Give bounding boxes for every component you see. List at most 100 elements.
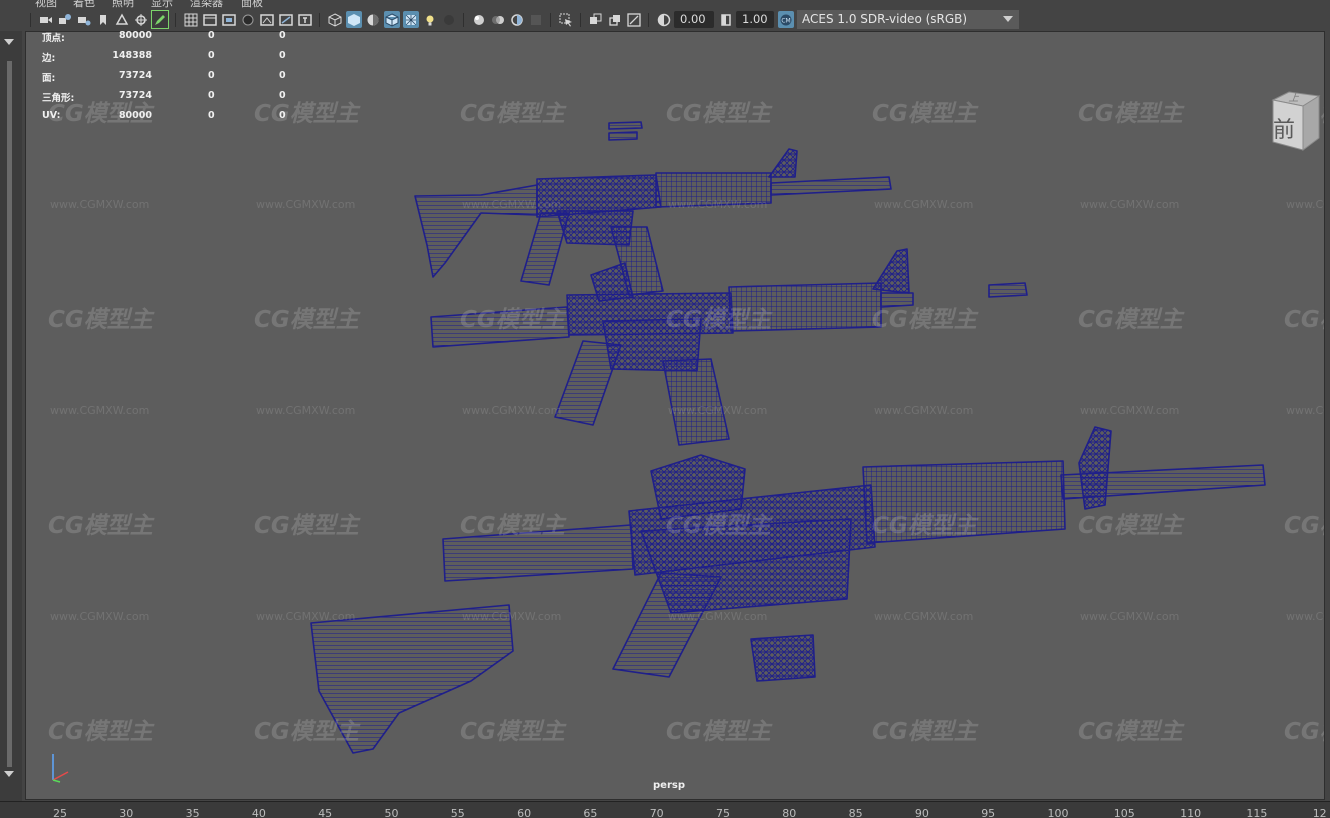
timeline-tick-label: 80 xyxy=(782,807,797,818)
menu-renderer[interactable]: 渲染器 xyxy=(190,0,223,9)
hud-value-selected: 0 xyxy=(208,30,215,41)
hud-value-total: 80000 xyxy=(118,110,152,121)
menu-bar: 视图 着色 照明 显示 渲染器 面板 xyxy=(0,0,1330,9)
hud-label: 三角形: xyxy=(42,93,75,104)
two-sided-lighting-icon[interactable] xyxy=(588,11,604,28)
timeline-ruler[interactable]: 25 30 35 40 45 50 55 60 65 70 75 80 85 90 95 100 105 110 1… xyxy=(0,801,1330,818)
timeline-tick-label: 90 xyxy=(914,807,929,818)
backface-culling-icon[interactable] xyxy=(607,11,623,28)
timeline-tick-label: 105 xyxy=(1113,807,1135,818)
color-management-dropdown[interactable]: ACES 1.0 SDR-video (sRGB) xyxy=(797,10,1019,29)
timeline-tick-label: 30 xyxy=(119,807,134,818)
timeline-tick-label: 55 xyxy=(450,807,465,818)
resolution-gate-icon[interactable] xyxy=(221,11,237,28)
color-management-value: ACES 1.0 SDR-video (sRGB) xyxy=(802,12,968,26)
toolbar-separator xyxy=(463,13,464,27)
film-gate-icon[interactable] xyxy=(202,11,218,28)
scrollbar-thumb[interactable] xyxy=(7,61,12,767)
depth-of-field-icon[interactable] xyxy=(528,11,544,28)
field-chart-icon[interactable] xyxy=(259,11,275,28)
ambient-occlusion-icon[interactable] xyxy=(471,11,487,28)
toolbar-separator xyxy=(319,13,320,27)
toolbar-separator xyxy=(580,13,581,27)
view-cube[interactable]: 上 前 xyxy=(1269,90,1321,152)
timeline-tick-label: 60 xyxy=(517,807,532,818)
timeline-tick-label: 115 xyxy=(1246,807,1268,818)
menu-show[interactable]: 显示 xyxy=(151,0,173,9)
camera-attributes-icon[interactable] xyxy=(57,11,73,28)
timeline-tick-label: 95 xyxy=(981,807,996,818)
default-material-icon[interactable] xyxy=(365,11,381,28)
hud-value-extra: 0 xyxy=(279,50,286,61)
hud-value-extra: 0 xyxy=(279,90,286,101)
gamma-field[interactable]: 1.00 xyxy=(736,11,774,28)
gamma-icon[interactable] xyxy=(718,11,734,28)
timeline-tick-label: 110 xyxy=(1180,807,1202,818)
exposure-icon[interactable] xyxy=(656,11,672,28)
shadows-icon[interactable] xyxy=(441,11,457,28)
scroll-down-arrow-icon[interactable] xyxy=(4,771,14,777)
bookmark-icon[interactable] xyxy=(95,11,111,28)
small-part-bottom xyxy=(750,634,816,682)
rifle-1 xyxy=(414,148,892,296)
wireframe-icon[interactable] xyxy=(327,11,343,28)
grid-icon[interactable] xyxy=(183,11,199,28)
3d-viewport[interactable]: CG模型主 www.CGMXW.com CG模型主 www.CGMXW.com CG模型… xyxy=(25,31,1325,800)
timeline-tick-label: 40 xyxy=(251,807,266,818)
bookmark-camera-icon[interactable] xyxy=(76,11,92,28)
hud-value-total: 73724 xyxy=(118,90,152,101)
chevron-down-icon xyxy=(1003,16,1013,22)
menu-shading[interactable]: 着色 xyxy=(73,0,95,9)
frame-all-icon[interactable] xyxy=(626,11,642,28)
scroll-up-arrow-icon[interactable] xyxy=(4,39,14,45)
menu-panels[interactable]: 面板 xyxy=(241,0,263,9)
timeline-tick-label: 45 xyxy=(318,807,333,818)
timeline-tick-label: 50 xyxy=(384,807,399,818)
camera-select-icon[interactable] xyxy=(38,11,54,28)
timeline-tick-label: 12 xyxy=(1312,807,1327,818)
xray-icon[interactable] xyxy=(403,11,419,28)
hud-label: 面: xyxy=(42,73,56,84)
wireframe-models xyxy=(310,121,1266,754)
timeline-tick-label: 65 xyxy=(583,807,598,818)
hud-label: 顶点: xyxy=(42,33,65,44)
timeline-tick-label: 35 xyxy=(185,807,200,818)
rifle-2 xyxy=(430,248,914,446)
rifle-3 xyxy=(442,426,1266,678)
toolbar-separator xyxy=(30,13,31,27)
grease-pencil-icon[interactable] xyxy=(133,11,149,28)
timeline-tick-label: 75 xyxy=(716,807,730,818)
gate-mask-icon[interactable] xyxy=(240,11,256,28)
hud-value-selected: 0 xyxy=(208,50,215,61)
stock-part xyxy=(310,604,514,754)
timeline-tick-label: 25 xyxy=(53,807,67,818)
small-part-top xyxy=(608,121,643,141)
smooth-shade-icon[interactable] xyxy=(346,11,362,28)
wireframe-on-shaded-icon[interactable] xyxy=(384,11,400,28)
viewport-toolbar: 0.00 1.00 CM ACES 1.0 SDR-video (sRGB) xyxy=(0,9,1330,31)
toolbar-separator xyxy=(175,13,176,27)
anti-aliasing-icon[interactable] xyxy=(509,11,525,28)
hud-value-selected: 0 xyxy=(208,110,215,121)
hud-value-selected: 0 xyxy=(208,90,215,101)
exposure-field[interactable]: 0.00 xyxy=(674,11,714,28)
image-plane-icon[interactable] xyxy=(114,11,130,28)
motion-blur-icon[interactable] xyxy=(490,11,506,28)
toolbar-separator xyxy=(550,13,551,27)
hud-value-total: 148388 xyxy=(112,50,152,61)
hud-label: UV: xyxy=(42,110,61,121)
hud-value-extra: 0 xyxy=(279,110,286,121)
lights-icon[interactable] xyxy=(422,11,438,28)
safe-action-icon[interactable] xyxy=(278,11,294,28)
hud-value-selected: 0 xyxy=(208,70,215,81)
hud-value-total: 73724 xyxy=(118,70,152,81)
timeline-tick-label: 85 xyxy=(848,807,863,818)
color-management-icon[interactable]: CM xyxy=(778,11,794,28)
isolate-select-icon[interactable] xyxy=(558,11,574,28)
viewcube-front-label: 前 xyxy=(1273,118,1296,143)
safe-title-icon[interactable] xyxy=(297,11,313,28)
pencil-icon[interactable] xyxy=(151,10,169,29)
menu-view[interactable]: 视图 xyxy=(35,0,57,9)
hud-value-extra: 0 xyxy=(279,30,286,41)
menu-lighting[interactable]: 照明 xyxy=(112,0,134,9)
